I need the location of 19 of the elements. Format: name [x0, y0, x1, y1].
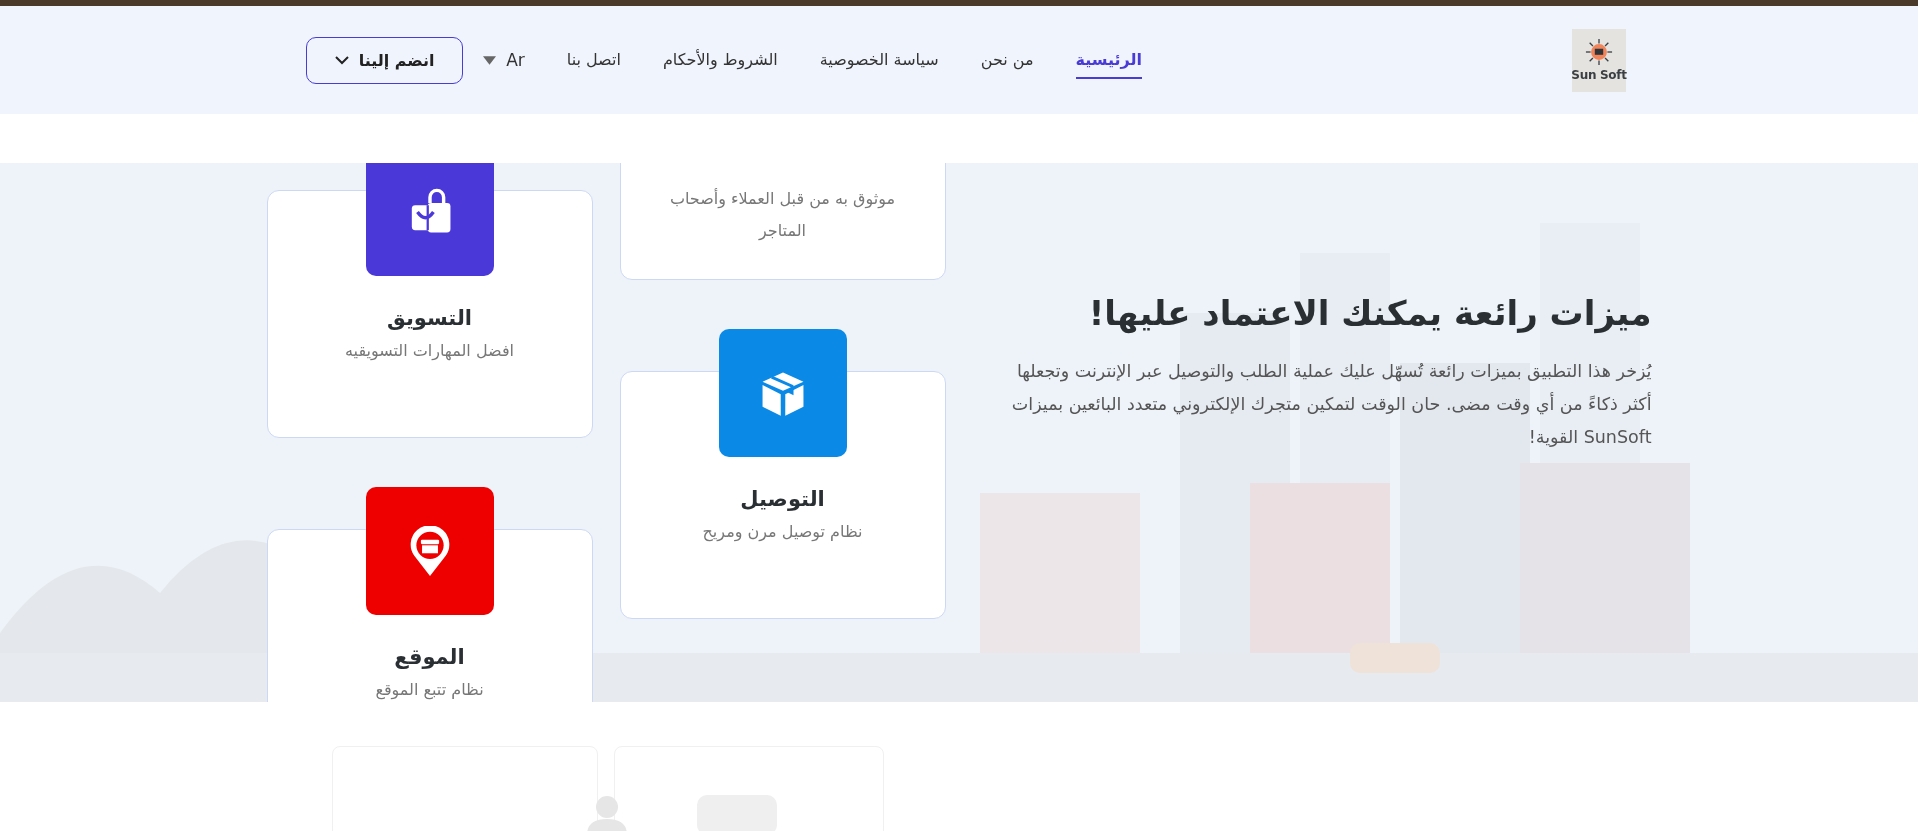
- join-button[interactable]: انضم إلينا: [306, 36, 464, 84]
- language-selector[interactable]: Ar: [483, 50, 525, 70]
- dropdown-triangle-icon: [483, 55, 497, 65]
- section-heading: ميزات رائعة يمكنك الاعتماد عليها!: [1087, 293, 1652, 333]
- nav-link[interactable]: الشروط والأحكام: [662, 41, 778, 79]
- nav-link[interactable]: اتصل بنا: [566, 41, 621, 79]
- card-description: موثوق به من قبل العملاء وأصحاب المتاجر: [668, 187, 897, 242]
- card-description: نظام تتبع الموقع: [374, 679, 485, 702]
- chevron-down-icon: [334, 55, 349, 65]
- nav-link[interactable]: الرئيسية: [1075, 41, 1142, 79]
- card-title: الموقع: [393, 644, 466, 671]
- card-description: نظام توصيل مرن ومريح: [701, 521, 864, 544]
- card-description: افضل المهارات التسويقيه: [344, 340, 515, 363]
- nav-link[interactable]: سياسة الخصوصية: [819, 41, 939, 79]
- card-title: التسويق: [386, 305, 473, 332]
- logo[interactable]: Sun Soft: [1572, 28, 1626, 92]
- section-description: يُزخر هذا التطبيق بميزات رائعة تُسهّل عليك عملية الطلب والتوصيل عبر الإنترنت وتجعلها أكثر ذكاءً من أي وقت مضى. حان الوقت لتمكين متجرك الإلكتروني متعدد البائعين بميزات SunSoft القوية!: [1011, 360, 1652, 449]
- card-title: التوصيل: [739, 486, 826, 513]
- nav-link[interactable]: من نحن: [980, 41, 1034, 79]
